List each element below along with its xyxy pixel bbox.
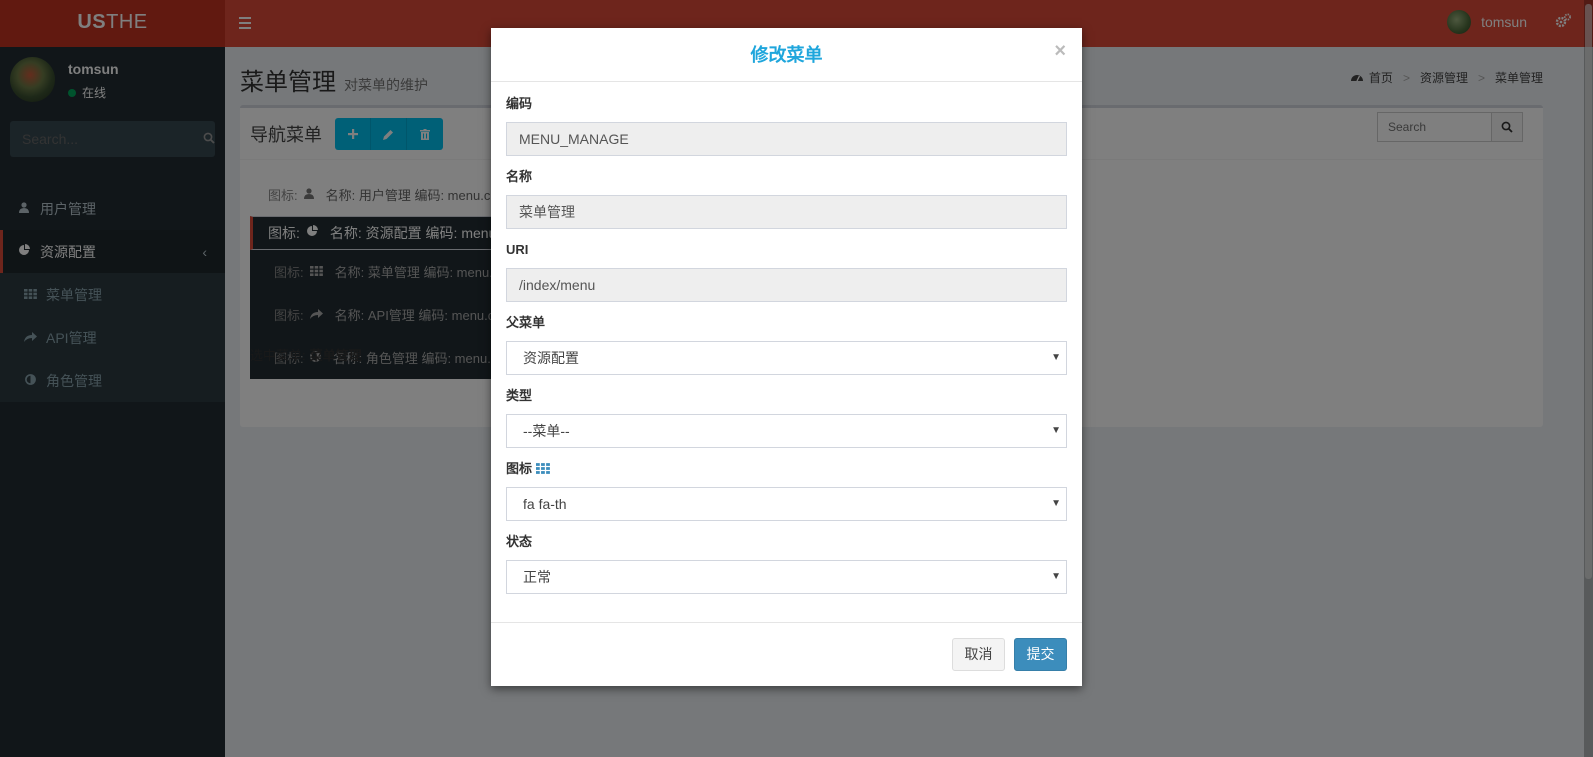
type-select[interactable]: --菜单-- ▼ xyxy=(506,414,1067,448)
field-status: 状态 正常 ▼ xyxy=(506,534,1067,607)
page-scrollbar[interactable] xyxy=(1584,0,1593,757)
dropdown-arrow-icon: ▼ xyxy=(1051,425,1061,436)
field-name: 名称 菜单管理 xyxy=(506,169,1067,242)
dropdown-arrow-icon: ▼ xyxy=(1051,498,1061,509)
name-input[interactable]: 菜单管理 xyxy=(506,195,1067,229)
field-uri-label: URI xyxy=(506,242,529,257)
field-code: 编码 MENU_MANAGE xyxy=(506,96,1067,169)
field-uri: URI /index/menu xyxy=(506,242,1067,315)
field-name-label: 名称 xyxy=(506,169,533,184)
modal-footer: 取消 提交 xyxy=(491,622,1082,686)
field-parent-label: 父菜单 xyxy=(506,315,546,330)
field-status-label: 状态 xyxy=(506,534,533,549)
modal-title: 修改菜单 xyxy=(750,45,823,65)
field-parent: 父菜单 资源配置 ▼ xyxy=(506,315,1067,388)
scrollbar-thumb[interactable] xyxy=(1585,4,1592,579)
parent-select[interactable]: 资源配置 ▼ xyxy=(506,341,1067,375)
edit-menu-modal: 修改菜单 × 编码 MENU_MANAGE 名称 菜单管理 URI /index… xyxy=(491,28,1082,686)
dropdown-arrow-icon: ▼ xyxy=(1051,352,1061,363)
field-type: 类型 --菜单-- ▼ xyxy=(506,388,1067,461)
field-icon-label: 图标 xyxy=(506,461,1067,487)
dropdown-arrow-icon: ▼ xyxy=(1051,571,1061,582)
field-code-label: 编码 xyxy=(506,96,533,111)
field-icon: 图标 fa fa-th ▼ xyxy=(506,461,1067,534)
status-select[interactable]: 正常 ▼ xyxy=(506,560,1067,594)
modal-body: 编码 MENU_MANAGE 名称 菜单管理 URI /index/menu 父… xyxy=(506,96,1067,607)
code-input[interactable]: MENU_MANAGE xyxy=(506,122,1067,156)
cancel-button[interactable]: 取消 xyxy=(952,638,1005,671)
modal-header: 修改菜单 × xyxy=(491,28,1082,82)
close-icon[interactable]: × xyxy=(1054,40,1066,63)
th-grid-icon xyxy=(536,462,550,478)
uri-input[interactable]: /index/menu xyxy=(506,268,1067,302)
icon-select[interactable]: fa fa-th ▼ xyxy=(506,487,1067,521)
submit-button[interactable]: 提交 xyxy=(1014,638,1067,671)
field-type-label: 类型 xyxy=(506,388,533,403)
